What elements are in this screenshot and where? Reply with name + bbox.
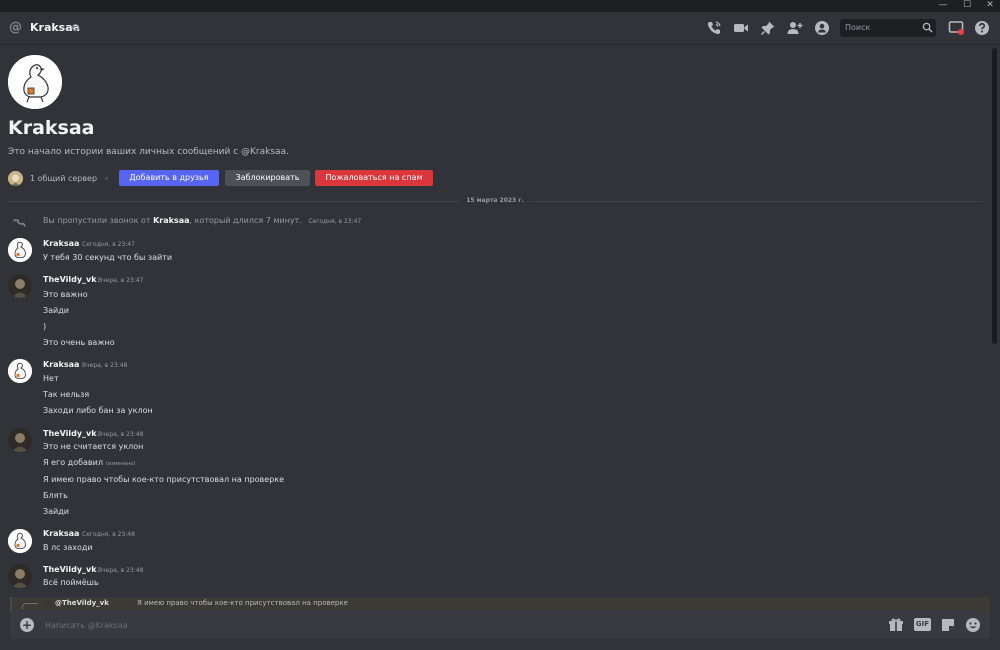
add-friend-button[interactable]: Добавить в друзья	[119, 170, 219, 186]
divider-line	[8, 201, 460, 202]
message-text: Заходи либо бан за уклон	[43, 406, 153, 415]
message-author[interactable]: TheVildy_vk	[43, 429, 97, 438]
user-profile-icon[interactable]	[814, 20, 830, 36]
message-input[interactable]	[45, 617, 865, 633]
emoji-icon[interactable]	[965, 617, 981, 633]
message-text: Я имею право чтобы кое-кто присутствовал…	[43, 475, 285, 484]
message-text: Нет	[43, 374, 59, 383]
message-text: Это не считается уклон	[43, 442, 144, 451]
edited-label: (изменено)	[105, 461, 136, 467]
message-text: Зайди	[43, 507, 69, 516]
gift-icon[interactable]	[888, 617, 904, 633]
message-text: У тебя 30 секунд что бы зайти	[43, 253, 173, 262]
avatar[interactable]	[8, 564, 32, 588]
message-timestamp: Вчера, в 23:47	[98, 277, 144, 284]
inbox-icon[interactable]	[948, 20, 964, 36]
message-text: Я его добавил (изменено)	[43, 458, 135, 467]
block-button[interactable]: Заблокировать	[225, 170, 310, 186]
search-box[interactable]: Поиск	[840, 19, 936, 37]
pin-icon[interactable]	[760, 20, 776, 36]
scrollbar-thumb[interactable]	[992, 48, 997, 344]
reply-avatar	[43, 599, 52, 608]
message-author[interactable]: TheVildy_vk	[43, 565, 97, 574]
avatar[interactable]	[8, 428, 32, 452]
message-text: Всё поймёшь	[43, 578, 99, 587]
message-author[interactable]: Kraksaa	[43, 360, 79, 369]
message-text: Это очень важно	[43, 338, 115, 347]
report-spam-button[interactable]: Пожаловаться на спам	[315, 170, 433, 186]
date-divider: 15 марта 2023 г.	[460, 197, 530, 204]
phone-call-icon[interactable]	[706, 20, 722, 36]
upload-plus-button[interactable]: +	[20, 618, 34, 632]
profile-avatar[interactable]	[8, 55, 62, 109]
message-text: Блять	[43, 491, 68, 500]
reply-author[interactable]: @TheVildy_vk	[55, 599, 109, 607]
avatar[interactable]	[8, 529, 32, 553]
timestamp: Сегодня, в 23:47	[308, 218, 362, 225]
offline-status-icon	[72, 24, 79, 31]
search-icon	[922, 22, 933, 33]
close-button[interactable]: ✕	[982, 0, 998, 12]
message-text: Так нельзя	[43, 390, 90, 399]
message-text: В лс заходи	[43, 543, 93, 552]
message-text: )	[43, 322, 47, 331]
message-timestamp: Вчера, в 23:48	[98, 431, 144, 438]
missed-call-message: Вы пропустили звонок от Kraksaa, который…	[43, 216, 361, 225]
channel-header: @ Kraksaa Поиск	[0, 12, 1000, 45]
avatar[interactable]	[8, 238, 32, 262]
at-icon: @	[9, 20, 22, 35]
separator-dot	[105, 177, 108, 180]
sticker-icon[interactable]	[940, 617, 956, 633]
message-author[interactable]: Kraksaa	[43, 529, 79, 538]
missed-call-prefix: Вы пропустили звонок от	[43, 216, 151, 225]
mutual-server-icon[interactable]	[8, 171, 23, 186]
maximize-button[interactable]: ☐	[959, 0, 975, 12]
missed-call-icon	[12, 215, 26, 229]
message-timestamp: Сегодня, в 23:48	[82, 531, 135, 538]
missed-call-suffix: , который длился 7 минут.	[189, 216, 302, 225]
add-member-icon[interactable]	[787, 20, 803, 36]
message-timestamp: Вчера, в 23:48	[98, 567, 144, 574]
message-timestamp: Вчера, в 23:48	[82, 362, 128, 369]
mutual-servers-link[interactable]: 1 общий сервер	[30, 174, 97, 183]
help-icon[interactable]	[974, 20, 990, 36]
avatar[interactable]	[8, 274, 32, 298]
message-composer: + GIF	[10, 611, 990, 639]
message-author[interactable]: TheVildy_vk	[43, 275, 97, 284]
missed-call-caller[interactable]: Kraksaa	[153, 216, 189, 225]
search-placeholder: Поиск	[845, 23, 871, 32]
message-author[interactable]: Kraksaa	[43, 239, 79, 248]
message-text: Это важно	[43, 290, 88, 299]
reply-spine	[22, 603, 38, 609]
gif-button[interactable]: GIF	[914, 618, 931, 631]
profile-description: Это начало истории ваших личных сообщени…	[8, 147, 289, 157]
video-icon[interactable]	[733, 20, 749, 36]
message-text: Зайди	[43, 306, 69, 315]
window-titlebar: — ☐ ✕	[0, 0, 1000, 12]
minimize-button[interactable]: —	[935, 0, 951, 12]
reply-text[interactable]: Я имею право чтобы кое-кто присутствовал…	[137, 599, 348, 607]
message-timestamp: Сегодня, в 23:47	[82, 241, 135, 248]
avatar[interactable]	[8, 359, 32, 383]
message-text-content: Я его добавил	[43, 458, 103, 467]
divider-line	[530, 201, 982, 202]
profile-name: Kraksaa	[8, 117, 95, 139]
